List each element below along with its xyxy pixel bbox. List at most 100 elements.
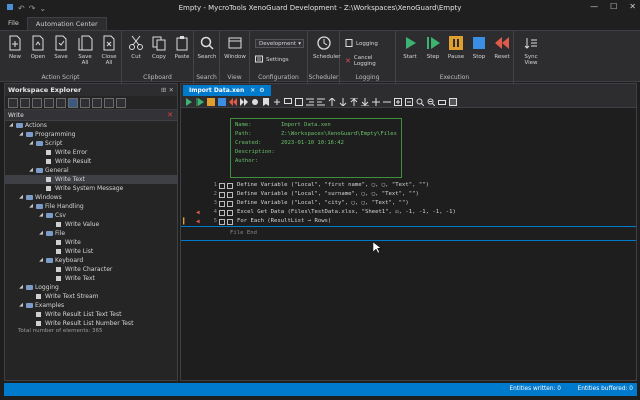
breakpoint-checkbox[interactable] <box>227 201 233 207</box>
breakpoint-checkbox[interactable] <box>227 219 233 225</box>
expand-arrow-icon[interactable]: ◢ <box>38 211 44 220</box>
sort-icon[interactable] <box>68 97 78 108</box>
tree-folder[interactable]: ◢ Actions <box>5 121 177 130</box>
outdent-icon[interactable] <box>317 98 325 106</box>
expand-arrow-icon[interactable]: ◢ <box>8 121 14 130</box>
customize-icon[interactable]: ⌄ <box>39 4 46 13</box>
expand-icon[interactable] <box>219 219 225 225</box>
record-icon[interactable] <box>251 98 259 106</box>
expand-arrow-icon[interactable]: ◢ <box>38 229 44 238</box>
expand-block-icon[interactable] <box>372 97 380 106</box>
expand-arrow-icon[interactable]: ◢ <box>18 130 24 139</box>
tab-file[interactable]: File <box>0 17 27 30</box>
breakpoint-checkbox[interactable] <box>227 183 233 189</box>
rewind-small-icon[interactable] <box>229 97 237 106</box>
print-icon[interactable] <box>438 98 446 106</box>
collapse-all-icon[interactable] <box>20 97 30 108</box>
delete-icon[interactable] <box>104 97 114 108</box>
tree-item[interactable]: Write List <box>5 247 177 256</box>
refresh-icon[interactable] <box>80 97 90 108</box>
tree-folder[interactable]: ◢ File Handling <box>5 202 177 211</box>
tree-folder[interactable]: ◢ General <box>5 166 177 175</box>
tree-folder[interactable]: ◢ Windows <box>5 193 177 202</box>
save-button[interactable]: Save <box>50 35 72 60</box>
tab-settings-icon[interactable]: ⚙ <box>259 87 264 94</box>
expand-icon[interactable] <box>219 210 225 216</box>
cut-button[interactable]: Cut <box>125 35 147 60</box>
tree-folder[interactable]: ◢ Examples <box>5 301 177 310</box>
redo-icon[interactable]: ↷ <box>29 4 36 13</box>
list-view-icon[interactable] <box>44 97 54 108</box>
properties-panel-icon[interactable] <box>449 97 457 106</box>
open-button[interactable]: Open <box>27 35 49 60</box>
configuration-combo[interactable]: Development ▾ <box>255 39 304 48</box>
pin-icon[interactable]: ⊞ <box>161 86 166 94</box>
tree-item[interactable]: Write <box>5 238 177 247</box>
properties-icon[interactable] <box>116 97 126 108</box>
tree-item[interactable]: Write Text <box>5 175 177 184</box>
tab-close-icon[interactable]: ✕ <box>250 87 255 94</box>
minimize-button[interactable]: — <box>590 2 598 11</box>
tree-folder[interactable]: ◢ Keyboard <box>5 256 177 265</box>
code-line[interactable]: ◀ 4 Excel Get Data (Files\TestData.xlsx,… <box>181 208 636 217</box>
reset-button[interactable]: Reset <box>491 35 513 60</box>
stop-small-icon[interactable] <box>218 97 226 106</box>
move-top-icon[interactable] <box>350 97 358 106</box>
close-all-button[interactable]: Close All <box>98 35 120 66</box>
tree-folder[interactable]: ◢ Logging <box>5 283 177 292</box>
expand-arrow-icon[interactable]: ◢ <box>18 283 24 292</box>
tree-view-icon[interactable] <box>32 97 42 108</box>
run-icon[interactable] <box>185 97 193 106</box>
forward-icon[interactable] <box>240 97 248 106</box>
clear-search-icon[interactable]: ✕ <box>167 110 173 121</box>
tree-folder[interactable]: ◢ File <box>5 229 177 238</box>
maximize-button[interactable]: ☐ <box>610 2 617 11</box>
undo-icon[interactable]: ↶ <box>18 4 25 13</box>
paste-button[interactable]: Paste <box>171 35 193 60</box>
indent-icon[interactable] <box>306 98 314 106</box>
expand-arrow-icon[interactable]: ◢ <box>38 256 44 265</box>
filter-icon[interactable] <box>56 97 66 108</box>
tree-item[interactable]: Write Text Stream <box>5 292 177 301</box>
tab-import-data[interactable]: Import Data.xen ✕ ⚙ <box>183 85 271 96</box>
explorer-close-icon[interactable]: ✕ <box>169 86 174 94</box>
comment-icon[interactable] <box>284 97 292 106</box>
new-button[interactable]: New <box>4 35 26 60</box>
code-line-current[interactable]: ▍ ◀ 5 For Each (ResultList → Rows) <box>181 217 636 226</box>
tree-item[interactable]: Write Value <box>5 220 177 229</box>
collapse-block-icon[interactable] <box>383 98 391 106</box>
expand-icon[interactable] <box>219 201 225 207</box>
tree-folder[interactable]: ◢ Csv <box>5 211 177 220</box>
tab-automation-center[interactable]: Automation Center <box>26 17 107 30</box>
step-button[interactable]: Step <box>422 35 444 60</box>
expand-icon[interactable] <box>219 183 225 189</box>
expand-icon[interactable] <box>219 192 225 198</box>
breakpoint-checkbox[interactable] <box>227 210 233 216</box>
expand-arrow-icon[interactable]: ◢ <box>28 166 34 175</box>
settings-button[interactable]: Settings <box>255 55 289 65</box>
copy-button[interactable]: Copy <box>148 35 170 60</box>
move-down-icon[interactable] <box>339 97 347 106</box>
tree-item[interactable]: Write System Message <box>5 184 177 193</box>
tree-item[interactable]: Write Error <box>5 148 177 157</box>
tree-item[interactable]: Write Text <box>5 274 177 283</box>
expand-arrow-icon[interactable]: ◢ <box>28 202 34 211</box>
sync-view-button[interactable]: Sync View <box>520 35 542 66</box>
scheduler-button[interactable]: Scheduler <box>313 35 341 60</box>
bookmark-icon[interactable] <box>262 97 270 106</box>
expand-arrow-icon[interactable]: ◢ <box>18 301 24 310</box>
start-button[interactable]: Start <box>399 35 421 60</box>
zoom-out-icon[interactable] <box>427 98 435 106</box>
window-button[interactable]: Window <box>224 35 246 60</box>
expand-all-icon[interactable] <box>8 97 18 108</box>
explorer-search-input[interactable]: Write ✕ <box>5 110 177 121</box>
tree-item[interactable]: Write Result List Text Test <box>5 310 177 319</box>
tree-folder[interactable]: ◢ Programming <box>5 130 177 139</box>
new-folder-icon[interactable] <box>92 97 102 108</box>
expand-arrow-icon[interactable]: ◢ <box>18 193 24 202</box>
stop-button[interactable]: Stop <box>468 35 490 60</box>
tree-item[interactable]: Write Character <box>5 265 177 274</box>
logging-button[interactable]: Logging <box>345 39 378 49</box>
run-step-icon[interactable] <box>196 97 204 106</box>
cancel-logging-button[interactable]: ✕ Cancel Logging <box>345 55 395 67</box>
